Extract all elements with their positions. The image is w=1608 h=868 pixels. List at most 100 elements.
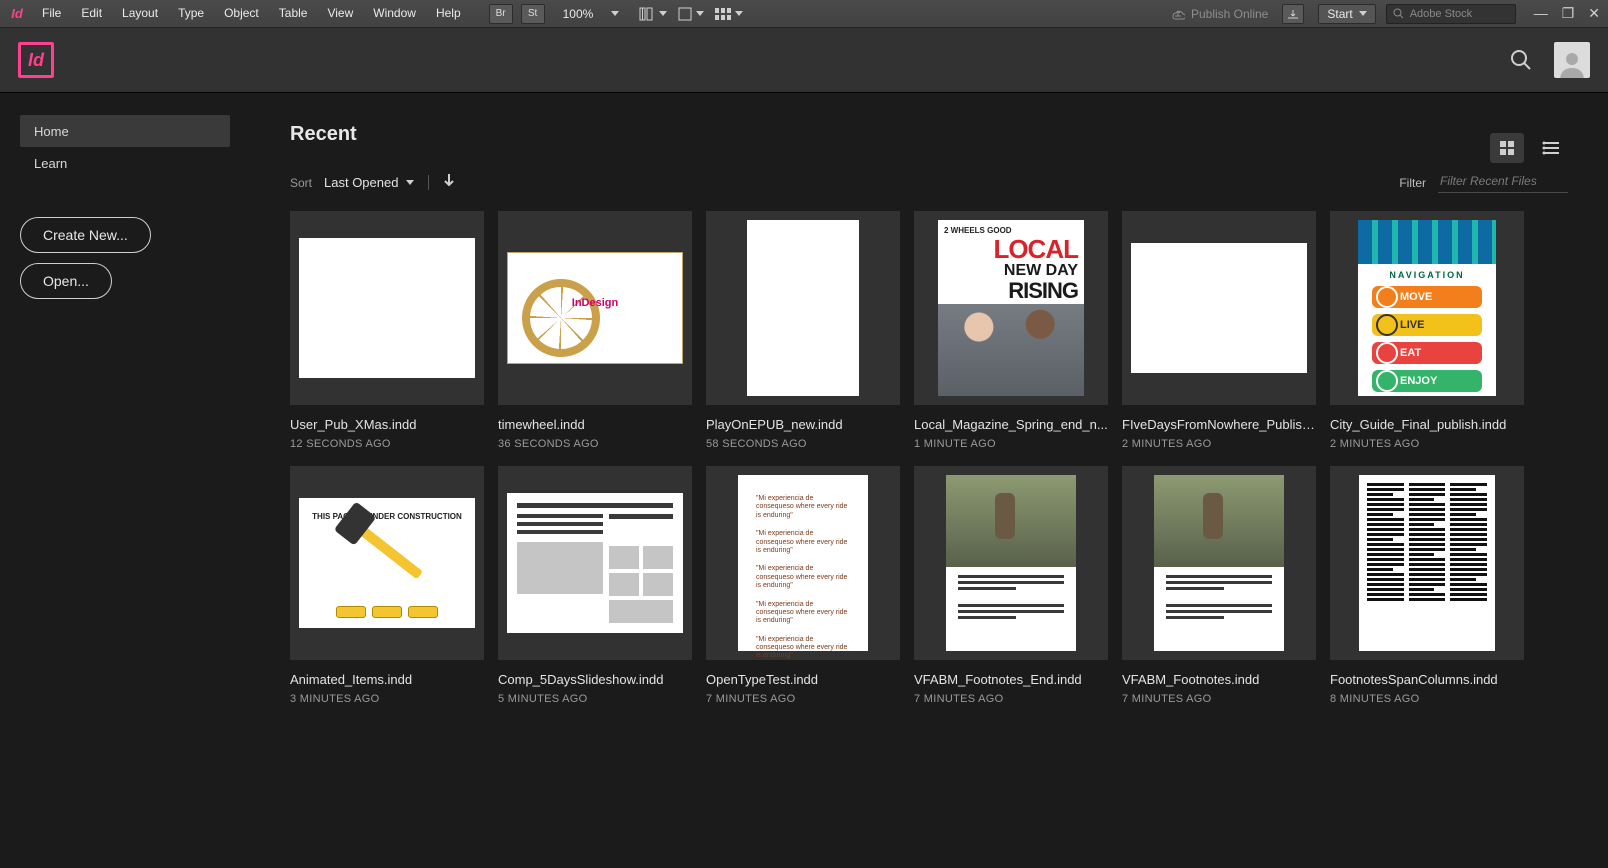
file-name: FootnotesSpanColumns.indd: [1330, 672, 1524, 687]
sort-dropdown[interactable]: Last Opened: [324, 175, 429, 190]
file-thumbnail: NAVIGATION MOVE LIVE EAT ENJOY: [1330, 211, 1524, 405]
screen-mode-icon: [678, 7, 692, 21]
view-options-icon: [639, 7, 655, 21]
app-badge: Id: [0, 6, 26, 21]
pubdash-button[interactable]: [1282, 4, 1304, 24]
file-card[interactable]: THIS PAGE IS UNDER CONSTRUCTION Animated…: [290, 466, 484, 705]
screen-mode-button[interactable]: [677, 4, 705, 24]
arrange-documents-button[interactable]: [715, 4, 743, 24]
grid-icon: [1499, 140, 1515, 156]
window-minimize-button[interactable]: —: [1534, 5, 1548, 22]
file-card[interactable]: 2 WHEELS GOOD LOCAL NEW DAY RISING Local…: [914, 211, 1108, 450]
view-list-button[interactable]: [1534, 133, 1568, 163]
file-timestamp: 36 seconds ago: [498, 438, 692, 450]
file-thumbnail: 2 WHEELS GOOD LOCAL NEW DAY RISING: [914, 211, 1108, 405]
adobe-stock-search[interactable]: Adobe Stock: [1386, 4, 1516, 24]
chevron-down-icon: [611, 11, 619, 16]
menu-object[interactable]: Object: [214, 0, 269, 27]
chevron-down-icon: [735, 11, 743, 16]
publish-online-button[interactable]: Publish Online: [1171, 7, 1268, 21]
file-card[interactable]: FootnotesSpanColumns.indd 8 minutes ago: [1330, 466, 1524, 705]
file-name: City_Guide_Final_publish.indd: [1330, 417, 1524, 432]
file-thumbnail: InDesign: [498, 211, 692, 405]
sort-label: Sort: [290, 176, 312, 190]
sort-direction-button[interactable]: [443, 173, 455, 192]
file-timestamp: 2 minutes ago: [1330, 438, 1524, 450]
file-name: FIveDaysFromNowhere_Publish...: [1122, 417, 1316, 432]
file-card[interactable]: InDesign timewheel.indd 36 seconds ago: [498, 211, 692, 450]
menu-layout[interactable]: Layout: [112, 0, 168, 27]
file-card[interactable]: FIveDaysFromNowhere_Publish... 2 minutes…: [1122, 211, 1316, 450]
chevron-down-icon: [406, 180, 414, 185]
file-name: User_Pub_XMas.indd: [290, 417, 484, 432]
sidebar-item-home[interactable]: Home: [20, 115, 230, 147]
global-search-button[interactable]: [1510, 49, 1532, 71]
menu-help[interactable]: Help: [426, 0, 471, 27]
file-name: OpenTypeTest.indd: [706, 672, 900, 687]
file-card[interactable]: Comp_5DaysSlideshow.indd 5 minutes ago: [498, 466, 692, 705]
file-thumbnail: [706, 211, 900, 405]
file-thumbnail: THIS PAGE IS UNDER CONSTRUCTION: [290, 466, 484, 660]
file-name: PlayOnEPUB_new.indd: [706, 417, 900, 432]
file-thumbnail: "Mi experiencia de consequeso where ever…: [706, 466, 900, 660]
file-timestamp: 58 seconds ago: [706, 438, 900, 450]
file-timestamp: 12 seconds ago: [290, 438, 484, 450]
file-name: Animated_Items.indd: [290, 672, 484, 687]
sidebar-item-learn[interactable]: Learn: [20, 147, 230, 179]
system-menubar: Id File Edit Layout Type Object Table Vi…: [0, 0, 1608, 27]
file-name: timewheel.indd: [498, 417, 692, 432]
file-name: Comp_5DaysSlideshow.indd: [498, 672, 692, 687]
window-close-button[interactable]: ✕: [1588, 5, 1600, 22]
file-thumbnail: [498, 466, 692, 660]
file-card[interactable]: "Mi experiencia de consequeso where ever…: [706, 466, 900, 705]
menu-edit[interactable]: Edit: [71, 0, 112, 27]
search-icon: [1510, 49, 1532, 71]
workspace-switcher[interactable]: Start: [1318, 4, 1375, 24]
app-menus: File Edit Layout Type Object Table View …: [32, 0, 471, 27]
file-card[interactable]: VFABM_Footnotes.indd 7 minutes ago: [1122, 466, 1316, 705]
search-icon: [1393, 8, 1404, 19]
file-thumbnail: [914, 466, 1108, 660]
zoom-level[interactable]: 100%: [559, 4, 629, 24]
chevron-down-icon: [1359, 11, 1367, 16]
file-card[interactable]: PlayOnEPUB_new.indd 58 seconds ago: [706, 211, 900, 450]
file-thumbnail: [290, 211, 484, 405]
workspace-label: Start: [1327, 7, 1352, 21]
file-card[interactable]: NAVIGATION MOVE LIVE EAT ENJOY City_Guid…: [1330, 211, 1524, 450]
file-timestamp: 2 minutes ago: [1122, 438, 1316, 450]
menu-window[interactable]: Window: [363, 0, 426, 27]
file-timestamp: 7 minutes ago: [706, 693, 900, 705]
recent-files-grid: User_Pub_XMas.indd 12 seconds ago InDesi…: [290, 211, 1568, 705]
user-icon: [1557, 48, 1587, 78]
file-card[interactable]: VFABM_Footnotes_End.indd 7 minutes ago: [914, 466, 1108, 705]
user-avatar[interactable]: [1554, 42, 1590, 78]
file-timestamp: 1 minute ago: [914, 438, 1108, 450]
publish-online-label: Publish Online: [1191, 7, 1268, 21]
menu-file[interactable]: File: [32, 0, 71, 27]
bridge-button[interactable]: Br: [489, 4, 513, 24]
file-timestamp: 5 minutes ago: [498, 693, 692, 705]
window-maximize-button[interactable]: ❐: [1562, 5, 1575, 22]
file-timestamp: 3 minutes ago: [290, 693, 484, 705]
file-card[interactable]: User_Pub_XMas.indd 12 seconds ago: [290, 211, 484, 450]
open-button[interactable]: Open...: [20, 263, 112, 299]
stock-button[interactable]: St: [521, 4, 545, 24]
create-new-button[interactable]: Create New...: [20, 217, 151, 253]
chevron-down-icon: [659, 11, 667, 16]
file-timestamp: 7 minutes ago: [914, 693, 1108, 705]
list-icon: [1542, 141, 1560, 155]
indesign-logo: Id: [18, 42, 54, 78]
down-arrow-icon: [443, 173, 455, 187]
filter-input[interactable]: Filter Recent Files: [1438, 172, 1568, 193]
file-thumbnail: [1122, 211, 1316, 405]
arrange-documents-icon: [715, 8, 731, 20]
view-grid-button[interactable]: [1490, 133, 1524, 163]
file-timestamp: 8 minutes ago: [1330, 693, 1524, 705]
menu-type[interactable]: Type: [168, 0, 214, 27]
menu-view[interactable]: View: [317, 0, 363, 27]
file-timestamp: 7 minutes ago: [1122, 693, 1316, 705]
menu-table[interactable]: Table: [269, 0, 318, 27]
filter-label: Filter: [1399, 176, 1426, 190]
app-header: Id: [0, 27, 1608, 93]
view-options-button[interactable]: [639, 4, 667, 24]
